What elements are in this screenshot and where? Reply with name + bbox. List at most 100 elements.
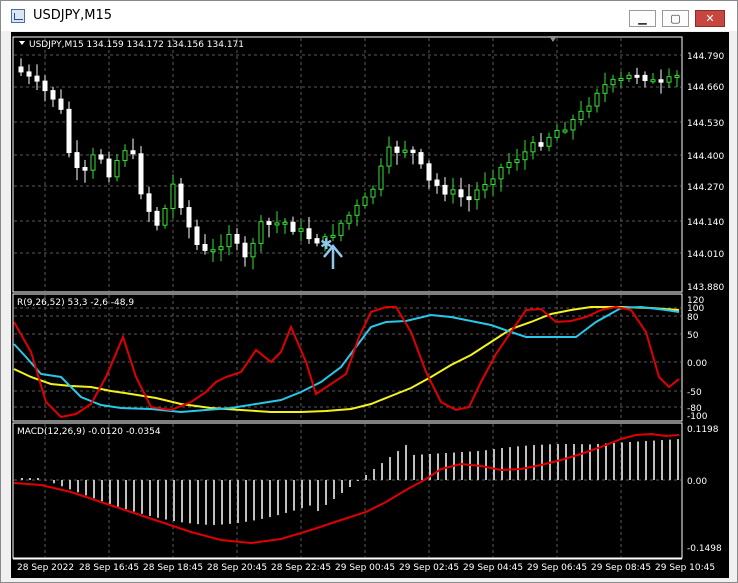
candle-body	[274, 222, 280, 226]
shift-marker-icon[interactable]	[549, 36, 557, 42]
macd-label: MACD(12,26,9) -0.0120 -0.0354	[17, 427, 161, 437]
candle-body	[378, 165, 384, 190]
time-label: 29 Sep 06:45	[527, 563, 587, 573]
macd-bar	[221, 480, 223, 525]
macd-bar	[301, 480, 303, 509]
macd-bar	[333, 480, 335, 499]
macd-bar	[349, 480, 351, 488]
macd-bar	[253, 480, 255, 521]
candle-body	[250, 242, 256, 258]
macd-bar	[661, 440, 663, 480]
macd-bar	[653, 440, 655, 480]
candle-body	[458, 189, 464, 198]
candle-body	[594, 92, 600, 107]
candle-body	[522, 151, 528, 161]
candle-body	[498, 166, 504, 180]
time-label: 29 Sep 08:45	[591, 563, 651, 573]
main-pane-border	[12, 36, 683, 293]
macd-bar	[613, 442, 615, 480]
candle-body	[482, 183, 488, 191]
price-label: 144.660	[687, 83, 724, 93]
macd-bar	[357, 480, 359, 482]
indicator-scale-label: -100	[687, 412, 708, 422]
macd-bar	[229, 480, 231, 524]
macd-bar	[677, 439, 679, 480]
macd-scale-label: 0.1198	[687, 425, 719, 435]
macd-bar	[21, 478, 23, 480]
indicator-label: R(9,26,52) 53,3 -2,6 -48,9	[17, 298, 134, 308]
candlesticks	[18, 58, 680, 270]
candle-body	[538, 142, 544, 147]
macd-bar	[557, 444, 559, 480]
candle-body	[42, 80, 48, 92]
chart-area[interactable]: USDJPY,M15 134.159 134.172 134.156 134.1…	[11, 32, 729, 578]
macd-bar	[445, 453, 447, 480]
candle-body	[490, 178, 496, 185]
macd-bar	[141, 480, 143, 514]
time-axis: 28 Sep 2022 28 Sep 16:45 28 Sep 18:45 28…	[17, 563, 715, 573]
macd-pane-border	[12, 422, 683, 559]
candle-body	[650, 79, 656, 83]
candle-body	[138, 153, 144, 195]
macd-bar	[189, 480, 191, 524]
macd-bar	[245, 480, 247, 522]
price-header: USDJPY,M15 134.159 134.172 134.156 134.1…	[29, 40, 244, 50]
signal-star-icon: ✱	[320, 235, 333, 253]
macd-bar	[381, 463, 383, 480]
time-label: 29 Sep 00:45	[335, 563, 395, 573]
macd-bar	[621, 442, 623, 480]
candle-body	[314, 238, 320, 244]
candle-body	[82, 167, 88, 171]
candle-body	[578, 110, 584, 120]
candle-body	[610, 78, 616, 86]
macd-bar	[69, 480, 71, 490]
time-label: 28 Sep 16:45	[79, 563, 139, 573]
candle-body	[154, 210, 160, 226]
price-label: 144.530	[687, 119, 724, 129]
macd-bar	[173, 480, 175, 522]
candle-body	[402, 149, 408, 153]
maximize-button[interactable]: ▢	[662, 10, 689, 27]
mt4-chart-window: USDJPY,M15 ▁ ▢ ✕ USDJPY,M15 134.159 134.…	[0, 0, 738, 583]
candle-body	[146, 193, 152, 212]
macd-bar	[509, 447, 511, 480]
macd-bar	[565, 444, 567, 480]
candle-body	[354, 204, 360, 216]
indicator-scale-label: 50	[687, 331, 699, 341]
chart-canvas[interactable]: USDJPY,M15 134.159 134.172 134.156 134.1…	[11, 32, 729, 578]
indicator-scale-label: -50	[687, 388, 702, 398]
symbol-dropdown-icon[interactable]	[19, 41, 25, 45]
window-title: USDJPY,M15	[33, 8, 112, 23]
candle-body	[106, 158, 112, 178]
candle-body	[266, 221, 272, 225]
candle-body	[98, 154, 104, 160]
candle-body	[658, 79, 664, 83]
title-bar[interactable]: USDJPY,M15 ▁ ▢ ✕	[1, 1, 737, 31]
macd-bar	[533, 445, 535, 480]
candle-body	[386, 146, 392, 167]
macd-bar	[373, 469, 375, 480]
price-label: 144.010	[687, 250, 724, 260]
candle-body	[514, 159, 520, 164]
candle-body	[210, 249, 216, 253]
candle-body	[626, 74, 632, 80]
price-label: 144.140	[687, 218, 724, 228]
macd-bar	[581, 444, 583, 480]
close-button[interactable]: ✕	[695, 10, 725, 27]
candle-body	[570, 118, 576, 131]
indicator-scale-label: 0.00	[687, 359, 707, 369]
candle-body	[306, 228, 312, 240]
macd-bar	[637, 441, 639, 480]
price-label: 144.400	[687, 152, 724, 162]
macd-bar	[501, 448, 503, 480]
candle-body	[346, 214, 352, 224]
macd-bar	[437, 453, 439, 480]
candle-body	[178, 183, 184, 209]
macd-bar	[205, 480, 207, 525]
minimize-button[interactable]: ▁	[629, 10, 656, 27]
indicator-scale-label: 80	[687, 313, 699, 323]
macd-bar	[101, 480, 103, 502]
macd-bar	[309, 480, 311, 506]
candle-body	[370, 188, 376, 198]
macd-bar	[517, 446, 519, 480]
